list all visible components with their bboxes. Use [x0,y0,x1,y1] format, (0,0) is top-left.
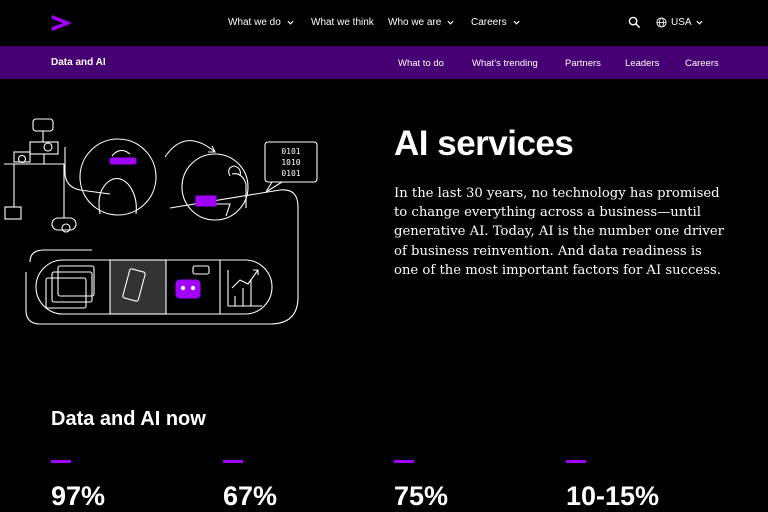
chevron-down-icon [696,20,703,25]
globe-icon [656,17,667,28]
country-selector[interactable]: USA [656,17,703,28]
nav-label: What we think [311,17,374,28]
nav-what-we-do[interactable]: What we do [228,17,294,28]
nav-label: Who we are [388,17,442,28]
chevron-down-icon [447,20,454,25]
stat-item: 10-15% [566,460,659,512]
stats-heading: Data and AI now [51,408,206,430]
subnav-title[interactable]: Data and AI [51,57,106,68]
nav-label: What we do [228,17,281,28]
hero-description: In the last 30 years, no technology has … [394,186,724,278]
stat-accent-bar [394,460,414,463]
gear-icon [61,223,71,233]
gear-icon [17,154,27,164]
accenture-logo-icon[interactable] [50,12,74,34]
data-cards-pill [35,259,273,315]
gear-icon [43,142,53,152]
section-subnav: Data and AI What to do What’s trending P… [0,46,768,79]
stat-accent-bar [51,460,71,463]
subnav-item-partners[interactable]: Partners [565,58,601,69]
top-navigation: What we do What we think Who we are Care… [0,0,768,46]
binary-code-bubble-icon: 0101 1010 0101 [264,141,318,193]
stat-value: 75% [394,481,449,511]
laptop-user-icon [181,153,249,221]
stat-value: 10-15% [566,481,660,511]
stat-value: 67% [223,481,278,511]
nav-label: Careers [471,17,507,28]
chevron-down-icon [287,20,294,25]
search-icon[interactable] [628,16,641,29]
stat-value: 97% [51,481,106,511]
growth-chart-icon [227,269,262,307]
ai-services-illustration: 0101 1010 0101 [4,118,318,325]
stat-item: 75% [394,460,448,512]
binary-line: 0101 [281,169,300,178]
subnav-item-leaders[interactable]: Leaders [625,58,659,69]
country-label: USA [671,17,692,28]
vr-user-icon [79,138,157,216]
nav-careers[interactable]: Careers [471,17,520,28]
binary-line: 0101 [281,147,300,156]
subnav-item-what-to-do[interactable]: What to do [398,58,444,69]
chevron-down-icon [513,20,520,25]
stat-accent-bar [566,460,586,463]
subnav-item-careers[interactable]: Careers [685,58,719,69]
nav-what-we-think[interactable]: What we think [311,17,374,28]
stat-accent-bar [223,460,243,463]
stat-item: 67% [223,460,277,512]
nav-who-we-are[interactable]: Who we are [388,17,454,28]
stat-item: 97% [51,460,105,512]
page-title: AI services [394,124,574,163]
binary-line: 1010 [281,158,300,167]
subnav-item-whats-trending[interactable]: What’s trending [472,58,538,69]
robot-icon [175,265,210,299]
